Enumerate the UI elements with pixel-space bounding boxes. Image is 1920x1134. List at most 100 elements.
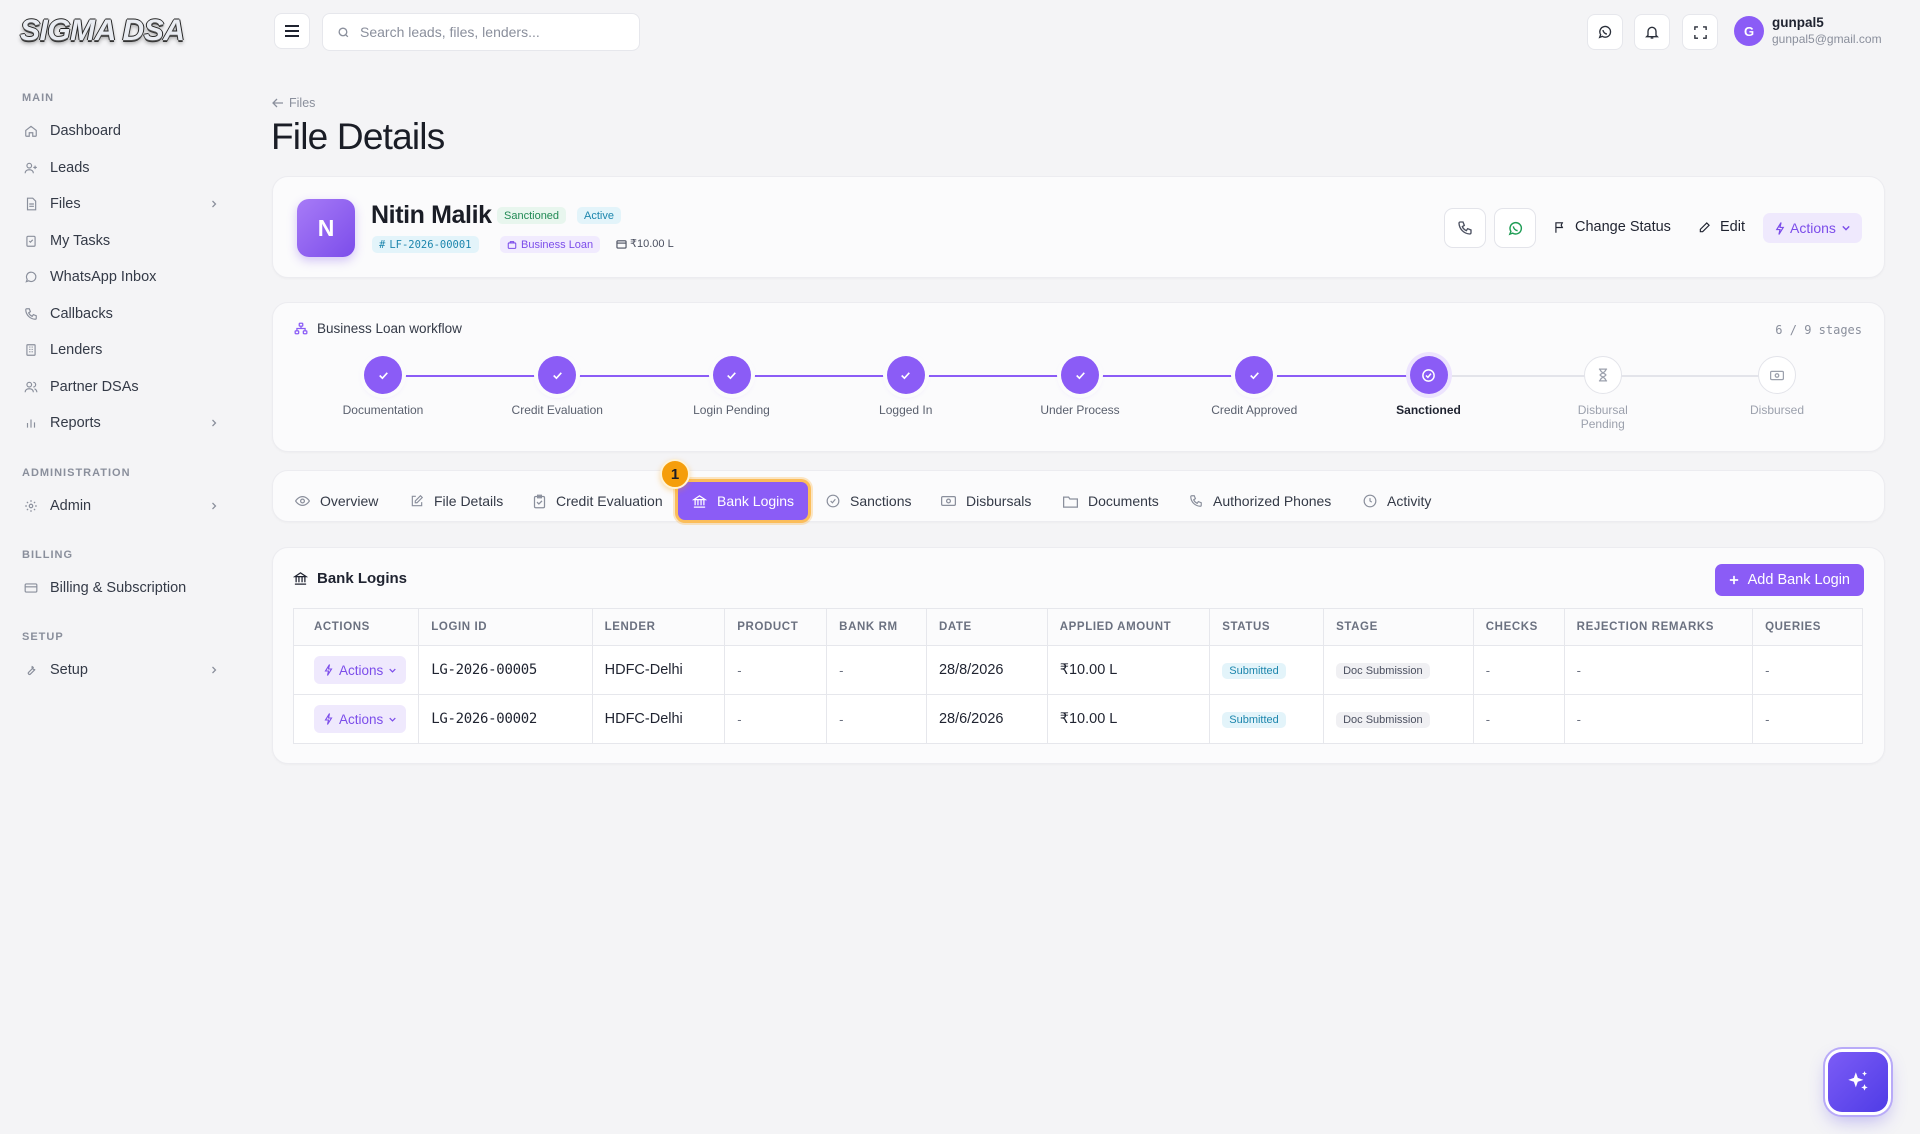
workflow-stage-node[interactable] (364, 356, 402, 394)
sidebar-item-dashboard[interactable]: Dashboard (12, 115, 232, 147)
lender-cell: HDFC-Delhi (592, 694, 726, 744)
workflow-stage-node[interactable] (1758, 356, 1796, 394)
tab-sanctions[interactable]: Sanctions (826, 485, 911, 517)
table-row[interactable]: Actions LG-2026-00005 HDFC-Delhi - - 28/… (293, 645, 1863, 695)
workflow-stage-node[interactable] (886, 356, 925, 394)
ai-assistant-button[interactable] (1828, 1052, 1888, 1112)
product-badge: Business Loan (500, 236, 601, 253)
back-to-files-link[interactable]: Files (272, 96, 315, 110)
column-header[interactable]: LENDER (592, 608, 726, 646)
edit-icon (411, 494, 424, 507)
workflow-connector (731, 375, 906, 377)
tab-bank-logins[interactable]: Bank Logins (678, 482, 809, 520)
sidebar-item-files[interactable]: Files (12, 188, 232, 220)
sidebar-item-reports[interactable]: Reports (12, 407, 232, 439)
search-input[interactable] (360, 24, 620, 40)
column-header[interactable]: STATUS (1209, 608, 1325, 646)
workflow-stage-node[interactable] (1061, 356, 1099, 394)
sidebar-item-admin[interactable]: Admin (12, 490, 232, 522)
call-button[interactable] (1444, 208, 1486, 248)
whatsapp-button[interactable] (1587, 14, 1623, 50)
notifications-button[interactable] (1634, 14, 1670, 50)
column-header[interactable]: STAGE (1323, 608, 1474, 646)
column-header[interactable]: QUERIES (1752, 608, 1863, 646)
workflow-connector (1080, 375, 1255, 377)
sidebar-item-label: Admin (50, 498, 92, 514)
tab-overview[interactable]: Overview (295, 485, 378, 517)
workflow-stage-label: Sanctioned (1396, 403, 1461, 417)
row-actions-label: Actions (339, 711, 384, 727)
bank-icon (293, 572, 308, 585)
table-row[interactable]: Actions LG-2026-00002 HDFC-Delhi - - 28/… (293, 694, 1863, 744)
tab-authorized-phones[interactable]: Authorized Phones (1189, 485, 1331, 517)
status-cell: Submitted (1209, 694, 1325, 744)
step-marker-badge: 1 (660, 459, 690, 489)
nav-section-setup: SETUP (22, 631, 64, 643)
global-search[interactable] (322, 13, 640, 51)
product-icon (507, 240, 517, 249)
login-id-cell[interactable]: LG-2026-00002 (418, 694, 593, 744)
whatsapp-icon (1598, 25, 1612, 39)
whatsapp-icon (1508, 221, 1522, 235)
sidebar-item-label: Callbacks (50, 306, 113, 322)
workflow-stage-label: Logged In (879, 403, 933, 417)
menu-toggle-button[interactable] (274, 13, 310, 49)
chevron-right-icon (212, 502, 217, 510)
actions-dropdown[interactable]: Actions (1763, 213, 1862, 243)
tab-label: File Details (434, 493, 504, 509)
fullscreen-button[interactable] (1682, 14, 1718, 50)
column-header[interactable]: APPLIED AMOUNT (1047, 608, 1211, 646)
sidebar-item-setup[interactable]: Setup (12, 654, 232, 686)
column-header[interactable]: REJECTION REMARKS (1564, 608, 1754, 646)
column-header[interactable]: PRODUCT (724, 608, 828, 646)
nav-section-administration: ADMINISTRATION (22, 467, 131, 479)
workflow-stage-node[interactable] (538, 356, 577, 394)
workflow-connector (1428, 375, 1603, 377)
rejection-remarks-cell: - (1564, 645, 1754, 695)
bar-chart-icon (26, 419, 36, 428)
column-header[interactable]: BANK RM (826, 608, 927, 646)
tab-documents[interactable]: Documents (1063, 485, 1159, 517)
workflow-connector (383, 375, 558, 377)
sidebar-item-label: Dashboard (50, 123, 121, 139)
edit-label: Edit (1720, 219, 1745, 235)
tab-label: Activity (1387, 493, 1432, 509)
workflow-stage-node[interactable] (712, 356, 751, 394)
hamburger-icon (285, 25, 299, 37)
column-header[interactable]: DATE (926, 608, 1048, 646)
sidebar-item-my-tasks[interactable]: My Tasks (12, 225, 232, 257)
bank-logins-card: Bank Logins Add Bank Login ACTIONS LOGIN… (272, 547, 1885, 764)
workflow-stage-node[interactable] (1235, 356, 1274, 394)
sidebar-item-lenders[interactable]: Lenders (12, 334, 232, 366)
tab-credit-evaluation[interactable]: Credit Evaluation (533, 485, 663, 517)
tab-activity[interactable]: Activity (1363, 485, 1431, 517)
tab-file-details[interactable]: File Details (410, 485, 503, 517)
user-avatar[interactable]: G (1734, 16, 1764, 46)
product-name: Business Loan (521, 238, 594, 251)
tab-disbursals[interactable]: Disbursals (941, 485, 1031, 517)
row-actions-dropdown[interactable]: Actions (314, 705, 407, 733)
file-id: LF-2026-00001 (389, 238, 472, 251)
whatsapp-contact-button[interactable] (1494, 208, 1536, 248)
sidebar-item-billing[interactable]: Billing & Subscription (12, 572, 232, 604)
login-id-cell[interactable]: LG-2026-00005 (418, 645, 593, 695)
workflow-stage-node[interactable] (1583, 356, 1622, 394)
workflow-stage-label: Disbursal Pending (1577, 403, 1628, 431)
app-logo[interactable]: SIGMA DSA (20, 14, 185, 50)
caret-down-icon (389, 717, 397, 722)
sidebar-item-leads[interactable]: Leads (12, 152, 232, 184)
tab-label: Documents (1088, 493, 1159, 509)
product-cell: - (724, 694, 828, 744)
sidebar-item-whatsapp-inbox[interactable]: WhatsApp Inbox (12, 261, 232, 293)
add-bank-login-button[interactable]: Add Bank Login (1714, 564, 1864, 596)
sidebar-item-partner-dsas[interactable]: Partner DSAs (12, 371, 232, 403)
sidebar-item-callbacks[interactable]: Callbacks (12, 298, 232, 330)
user-name[interactable]: gunpal5 (1772, 15, 1824, 30)
column-header: ACTIONS (293, 608, 420, 646)
edit-button[interactable]: Edit (1698, 219, 1745, 235)
change-status-button[interactable]: Change Status (1553, 219, 1671, 235)
column-header[interactable]: LOGIN ID (418, 608, 593, 646)
row-actions-dropdown[interactable]: Actions (314, 656, 407, 684)
workflow-stage-node[interactable] (1409, 356, 1448, 394)
column-header[interactable]: CHECKS (1473, 608, 1565, 646)
